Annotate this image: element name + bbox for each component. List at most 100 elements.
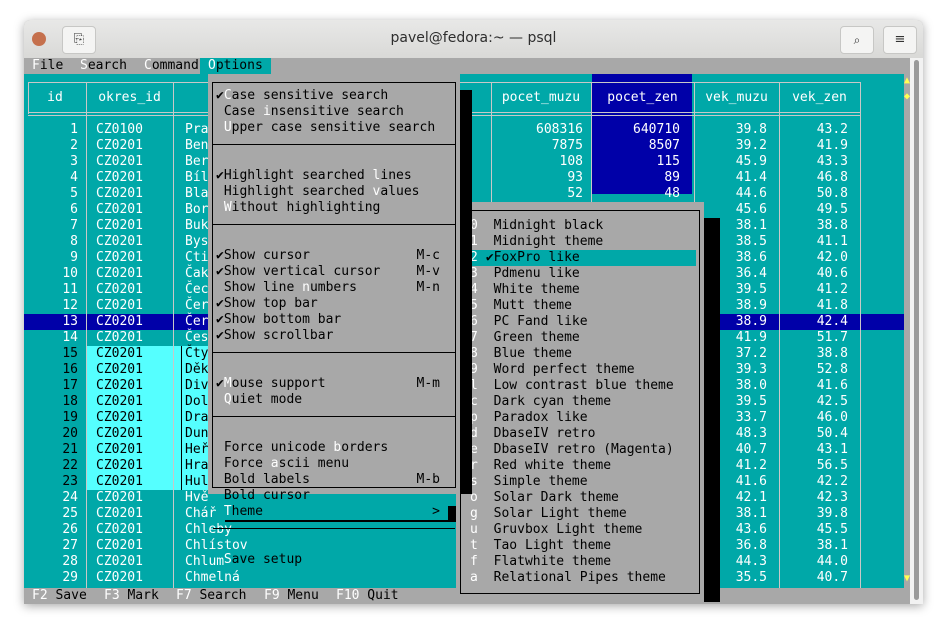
menubar-item-options[interactable]: Options <box>200 58 271 74</box>
table-cell-id[interactable]: 25 <box>24 506 78 522</box>
table-cell-id[interactable]: 11 <box>24 282 78 298</box>
table-cell-okres[interactable]: CZ0201 <box>86 314 173 330</box>
table-cell-id[interactable]: 23 <box>24 474 78 490</box>
table-cell-id[interactable]: 6 <box>24 202 78 218</box>
menu-item-theme[interactable]: Theme > <box>216 504 448 520</box>
table-cell-vz[interactable]: 42.4 <box>779 314 848 330</box>
table-cell-vz[interactable]: 49.5 <box>779 202 848 218</box>
table-cell-okres[interactable]: CZ0201 <box>86 186 173 202</box>
table-cell-okres[interactable]: CZ0201 <box>86 250 173 266</box>
table-cell-vz[interactable]: 40.6 <box>779 266 848 282</box>
table-cell-vz[interactable]: 43.2 <box>779 122 848 138</box>
table-cell-okres[interactable]: CZ0201 <box>86 378 173 394</box>
menu-item-bold-labels[interactable]: Bold labels M-b <box>216 472 448 488</box>
menubar-item-file[interactable]: File <box>32 58 63 74</box>
table-cell-vz[interactable]: 44.0 <box>779 554 848 570</box>
table-cell-okres[interactable]: CZ0201 <box>86 346 173 362</box>
table-cell-id[interactable]: 20 <box>24 426 78 442</box>
table-cell-vz[interactable]: 45.5 <box>779 522 848 538</box>
table-cell-id[interactable]: 24 <box>24 490 78 506</box>
table-cell-okres[interactable]: CZ0201 <box>86 426 173 442</box>
table-cell-pz[interactable]: 8507 <box>591 138 680 154</box>
theme-item-tao-light-theme[interactable]: t Tao Light theme <box>462 538 696 554</box>
column-header-pocet_zen[interactable]: pocet_zen <box>591 90 694 106</box>
table-cell-id[interactable]: 7 <box>24 218 78 234</box>
table-cell-id[interactable]: 9 <box>24 250 78 266</box>
table-cell-okres[interactable]: CZ0201 <box>86 170 173 186</box>
table-cell-okres[interactable]: CZ0201 <box>86 474 173 490</box>
table-cell-okres[interactable]: CZ0201 <box>86 554 173 570</box>
table-cell-vz[interactable]: 41.8 <box>779 298 848 314</box>
table-cell-id[interactable]: 2 <box>24 138 78 154</box>
theme-item-dark-cyan-theme[interactable]: c Dark cyan theme <box>462 394 696 410</box>
table-cell-id[interactable]: 27 <box>24 538 78 554</box>
table-cell-pz[interactable]: 640710 <box>591 122 680 138</box>
table-cell-pz[interactable]: 89 <box>591 170 680 186</box>
table-cell-okres[interactable]: CZ0201 <box>86 266 173 282</box>
table-cell-okres[interactable]: CZ0201 <box>86 570 173 586</box>
table-cell-vz[interactable]: 50.8 <box>779 186 848 202</box>
table-cell-id[interactable]: 16 <box>24 362 78 378</box>
theme-item-gruvbox-light-theme[interactable]: u Gruvbox Light theme <box>462 522 696 538</box>
table-cell-id[interactable]: 19 <box>24 410 78 426</box>
table-cell-pz[interactable]: 48 <box>591 186 680 202</box>
menu-item-case-sensitive-search[interactable]: ✔Case sensitive search <box>216 88 448 104</box>
table-cell-okres[interactable]: CZ0201 <box>86 154 173 170</box>
menubar-item-search[interactable]: Search <box>80 58 127 74</box>
table-cell-vz[interactable]: 38.8 <box>779 346 848 362</box>
table-cell-vz[interactable]: 46.0 <box>779 410 848 426</box>
table-cell-pm[interactable]: 7875 <box>491 138 583 154</box>
column-header-pocet_muzu[interactable]: pocet_muzu <box>491 90 591 106</box>
table-cell-id[interactable]: 17 <box>24 378 78 394</box>
table-cell-id[interactable]: 22 <box>24 458 78 474</box>
menu-item-show-cursor[interactable]: ✔Show cursor M-c <box>216 248 448 264</box>
theme-item-paradox-like[interactable]: p Paradox like <box>462 410 696 426</box>
table-cell-okres[interactable]: CZ0201 <box>86 202 173 218</box>
column-header-id[interactable]: id <box>24 90 86 106</box>
table-cell-okres[interactable]: CZ0201 <box>86 138 173 154</box>
theme-item-white-theme[interactable]: 4 White theme <box>462 282 696 298</box>
column-header-okres_id[interactable]: okres_id <box>86 90 173 106</box>
table-cell-okres[interactable]: CZ0201 <box>86 234 173 250</box>
table-cell-okres[interactable]: CZ0201 <box>86 362 173 378</box>
table-cell-pm[interactable]: 608316 <box>491 122 583 138</box>
menu-item-case-insensitive-search[interactable]: Case insensitive search <box>216 104 448 120</box>
table-cell-id[interactable]: 26 <box>24 522 78 538</box>
theme-item-dbaseiv-retro-magenta-[interactable]: e DbaseIV retro (Magenta) <box>462 442 696 458</box>
table-cell-vz[interactable]: 42.0 <box>779 250 848 266</box>
table-cell-okres[interactable]: CZ0201 <box>86 218 173 234</box>
table-cell-id[interactable]: 3 <box>24 154 78 170</box>
table-cell-vz[interactable]: 41.6 <box>779 378 848 394</box>
table-cell-okres[interactable]: CZ0201 <box>86 458 173 474</box>
table-cell-vm[interactable]: 39.2 <box>694 138 767 154</box>
table-cell-pm[interactable]: 93 <box>491 170 583 186</box>
table-cell-vz[interactable]: 42.2 <box>779 474 848 490</box>
table-cell-vz[interactable]: 41.9 <box>779 138 848 154</box>
theme-item-pc-fand-like[interactable]: 6 PC Fand like <box>462 314 696 330</box>
table-cell-okres[interactable]: CZ0201 <box>86 442 173 458</box>
menu-item-show-scrollbar[interactable]: ✔Show scrollbar <box>216 328 448 344</box>
table-cell-pm[interactable]: 52 <box>491 186 583 202</box>
table-cell-vz[interactable]: 50.4 <box>779 426 848 442</box>
table-cell-vz[interactable]: 39.8 <box>779 506 848 522</box>
table-cell-vz[interactable]: 43.3 <box>779 154 848 170</box>
table-cell-okres[interactable]: CZ0201 <box>86 394 173 410</box>
menu-item-show-top-bar[interactable]: ✔Show top bar <box>216 296 448 312</box>
table-cell-okres[interactable]: CZ0201 <box>86 522 173 538</box>
theme-item-flatwhite-theme[interactable]: f Flatwhite theme <box>462 554 696 570</box>
table-cell-vm[interactable]: 41.4 <box>694 170 767 186</box>
window-scrollbar-thumb[interactable] <box>914 60 919 600</box>
theme-item-midnight-theme[interactable]: 1 Midnight theme <box>462 234 696 250</box>
table-cell-pm[interactable]: 108 <box>491 154 583 170</box>
menu-item-force-ascii-menu[interactable]: Force ascii menu <box>216 456 448 472</box>
table-cell-id[interactable]: 29 <box>24 570 78 586</box>
table-cell-okres[interactable]: CZ0201 <box>86 490 173 506</box>
table-cell-vm[interactable]: 45.9 <box>694 154 767 170</box>
theme-item-mutt-theme[interactable]: 5 Mutt theme <box>462 298 696 314</box>
menu-item-without-highlighting[interactable]: Without highlighting <box>216 200 448 216</box>
hamburger-menu-button[interactable]: ≡ <box>883 26 917 54</box>
table-cell-id[interactable]: 10 <box>24 266 78 282</box>
menu-item-show-bottom-bar[interactable]: ✔Show bottom bar <box>216 312 448 328</box>
theme-item-dbaseiv-retro[interactable]: d DbaseIV retro <box>462 426 696 442</box>
column-header-vek_zen[interactable]: vek_zen <box>779 90 860 106</box>
